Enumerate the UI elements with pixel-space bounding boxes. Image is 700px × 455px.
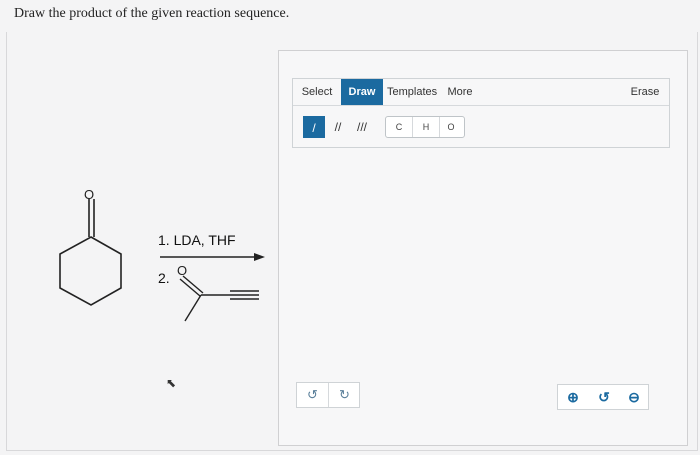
redo-icon[interactable]: ↻ xyxy=(329,383,360,407)
cyclohexanone-structure xyxy=(59,199,122,306)
undo-icon[interactable]: ↺ xyxy=(297,383,329,407)
zoom-controls: ⊕ ↺ ⊖ xyxy=(557,384,649,410)
step-1-label: 1. LDA, THF xyxy=(158,232,236,248)
atom-tools: C H O xyxy=(385,116,465,138)
erase-button[interactable]: Erase xyxy=(629,79,661,105)
tab-templates[interactable]: Templates xyxy=(387,79,437,105)
reaction-arrow xyxy=(160,253,265,261)
atom-o-button[interactable]: O xyxy=(438,117,464,137)
zoom-in-icon[interactable]: ⊕ xyxy=(558,385,588,409)
triple-bond-icon[interactable]: /// xyxy=(351,116,373,138)
mouse-cursor-icon: ⬉ xyxy=(166,376,177,390)
zoom-reset-icon[interactable]: ↺ xyxy=(589,385,619,409)
atom-c-button[interactable]: C xyxy=(386,117,412,137)
reactant-oxygen-label: O xyxy=(84,187,94,202)
alkynyl-ketone-structure xyxy=(179,275,259,322)
editor-tabs: Select Draw Templates More Erase xyxy=(293,79,669,106)
editor-toolbar: Select Draw Templates More Erase / // //… xyxy=(292,78,670,148)
reaction-scheme: O O 1. LDA, THF 2. ⬉ xyxy=(0,0,290,455)
zoom-out-icon[interactable]: ⊖ xyxy=(619,385,649,409)
undo-redo-group: ↺ ↻ xyxy=(296,382,360,408)
draw-tools: / // /// C H O xyxy=(293,107,669,145)
atom-h-button[interactable]: H xyxy=(412,117,440,137)
reagent-oxygen-label: O xyxy=(177,263,187,278)
double-bond-icon[interactable]: // xyxy=(327,116,349,138)
single-bond-icon[interactable]: / xyxy=(303,116,325,138)
tab-select[interactable]: Select xyxy=(299,79,335,105)
step-2-label: 2. xyxy=(158,270,170,286)
tab-draw[interactable]: Draw xyxy=(341,79,383,105)
tab-more[interactable]: More xyxy=(445,79,475,105)
reaction-drawing: O O xyxy=(59,187,265,322)
